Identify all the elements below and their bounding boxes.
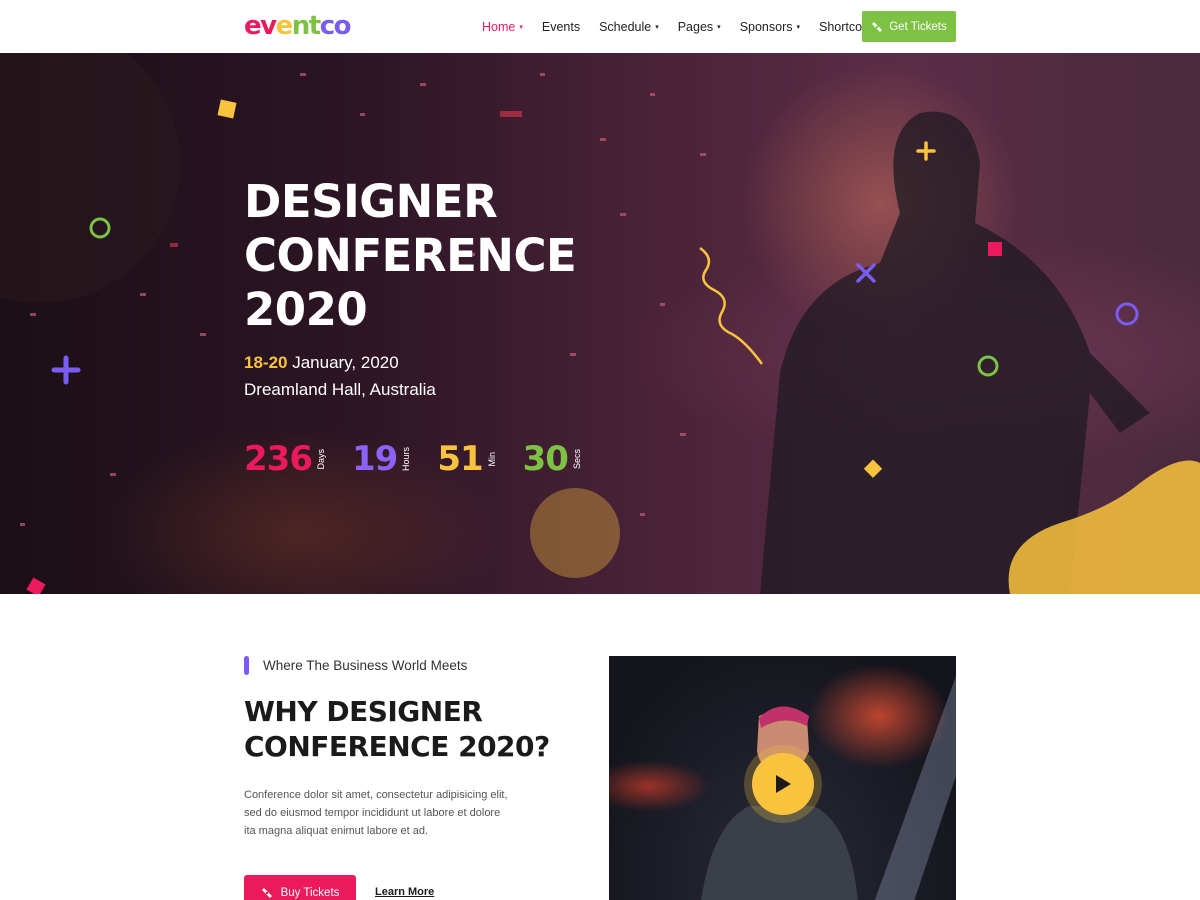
chevron-down-icon: ▾ [655, 23, 659, 31]
chevron-down-icon: ▾ [717, 23, 721, 31]
pink-square [988, 242, 1002, 256]
description-line: Conference dolor sit amet, consectetur a… [244, 789, 508, 801]
buy-tickets-button[interactable]: Buy Tickets [244, 875, 356, 900]
countdown-value: 19 [351, 439, 398, 479]
countdown-value: 51 [437, 439, 483, 479]
nav-item-label: Sponsors [739, 19, 793, 34]
ticket-icon [872, 21, 883, 32]
countdown-label: Hours [401, 446, 412, 471]
countdown-hours: 19 Hours [352, 439, 411, 479]
yellow-square [217, 99, 237, 119]
yellow-squiggle [699, 246, 764, 365]
tagline-text: Where The Business World Meets [263, 658, 468, 673]
eventco-logo[interactable]: eventco [244, 10, 352, 42]
nav-item-sponsors[interactable]: Sponsors ▾ [740, 20, 800, 34]
section-title: WHY DESIGNER CONFERENCE 2020? [244, 694, 550, 764]
nav-item-label: Schedule [599, 19, 652, 34]
purple-ring [1115, 302, 1139, 326]
countdown-secs: 30 Secs [523, 439, 582, 479]
countdown-label: Secs [571, 448, 582, 469]
get-tickets-label: Get Tickets [889, 20, 947, 33]
countdown-label: Min [486, 451, 497, 467]
section-description: Conference dolor sit amet, consectetur a… [244, 786, 544, 840]
logo-letter: c [319, 11, 335, 41]
ticket-icon [261, 888, 272, 898]
countdown-min: 51 Min [437, 439, 496, 479]
main-nav: Home ▾ Events Schedule ▾ Pages ▾ Sponsors ▾ Short… [482, 0, 909, 53]
section-title-line: CONFERENCE 2020? [244, 730, 550, 763]
event-month-year: January, 2020 [287, 353, 399, 372]
video-thumbnail[interactable] [609, 656, 956, 900]
countdown-label: Days [315, 448, 326, 470]
pink-diamond [26, 577, 46, 594]
purple-cross [51, 355, 81, 385]
countdown-timer: 236 Days 19 Hours 51 Min 30 Secs [244, 439, 608, 479]
background-blob [0, 53, 180, 303]
description-line: sed do eiusmod tempor incididunt ut labo… [244, 807, 501, 819]
learn-more-link[interactable]: Learn More [375, 886, 434, 898]
logo-letter: e [275, 11, 294, 41]
hero-title-line: 2020 [244, 283, 368, 336]
countdown-value: 30 [522, 439, 569, 479]
logo-letter: o [333, 11, 352, 41]
nav-item-pages[interactable]: Pages ▾ [678, 20, 721, 34]
hero-title-line: CONFERENCE [244, 229, 577, 282]
chevron-down-icon: ▾ [796, 23, 801, 31]
hero-title: DESIGNER CONFERENCE 2020 [244, 175, 577, 337]
countdown-value: 236 [244, 439, 313, 479]
logo-letter: v [260, 11, 277, 41]
logo-letter: e [244, 11, 262, 41]
buy-tickets-label: Buy Tickets [280, 887, 340, 899]
nav-item-label: Pages [677, 19, 714, 34]
nav-item-home[interactable]: Home ▾ [482, 20, 523, 34]
logo-letter: n [291, 11, 311, 41]
hero-title-line: DESIGNER [244, 175, 498, 228]
site-header: eventco Home ▾ Events Schedule ▾ Pages ▾ Sponso… [0, 0, 1200, 53]
logo-letter: t [308, 11, 321, 41]
yellow-glow [530, 488, 620, 578]
event-date: 18-20 January, 2020 [244, 353, 399, 373]
hero-banner: DESIGNER CONFERENCE 2020 18-20 January, 20… [0, 53, 1200, 594]
tagline-accent-bar [244, 656, 249, 675]
event-days: 18-20 [244, 353, 288, 372]
play-button[interactable] [752, 753, 814, 815]
play-icon [776, 775, 791, 793]
nav-item-label: Events [541, 19, 581, 34]
event-venue: Dreamland Hall, Australia [244, 380, 436, 399]
countdown-days: 236 Days [244, 439, 326, 479]
nav-item-label: Home [482, 19, 516, 34]
get-tickets-button[interactable]: Get Tickets [862, 11, 956, 42]
hero-decorations [0, 53, 1200, 594]
description-line: ita magna aliquat enimut labore et ad. [244, 825, 429, 837]
section-title-line: WHY DESIGNER [244, 695, 483, 728]
nav-item-events[interactable]: Events [542, 20, 580, 34]
section-tagline: Where The Business World Meets [244, 656, 467, 675]
nav-item-schedule[interactable]: Schedule ▾ [599, 20, 659, 34]
chevron-down-icon: ▾ [519, 23, 523, 31]
